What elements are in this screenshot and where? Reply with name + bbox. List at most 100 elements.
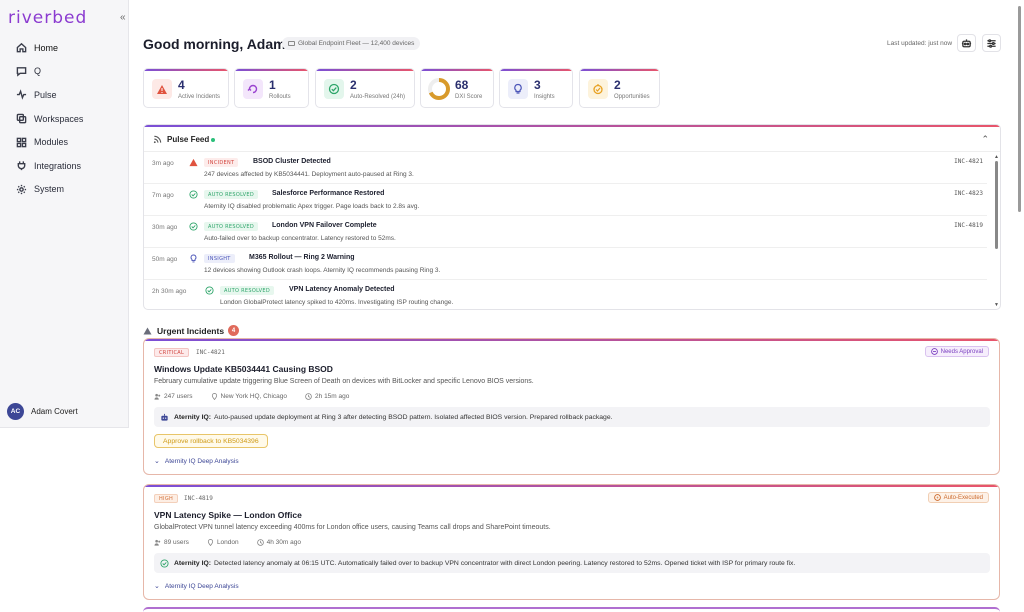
stat-card-auto-resolved[interactable]: 2 Auto-Resolved (24h): [315, 68, 415, 108]
card-accent-bar: [500, 69, 572, 71]
card-accent-bar: [144, 339, 999, 341]
feed-time: 50m ago: [152, 256, 178, 263]
card-accent-bar: [421, 69, 493, 71]
check-circle-icon: [160, 558, 169, 568]
page-scrollbar[interactable]: [1013, 0, 1024, 612]
feed-title: BSOD Cluster Detected: [253, 158, 331, 165]
opportunity-icon: [588, 79, 608, 99]
chevron-down-icon: ⌄: [154, 458, 160, 465]
sidebar-item-workspaces[interactable]: Workspaces: [0, 107, 128, 131]
incident-age: 4h 30m ago: [256, 539, 310, 546]
deep-analysis-label: Aternity IQ Deep Analysis: [164, 457, 239, 465]
scroll-thumb[interactable]: [995, 161, 998, 249]
feed-item[interactable]: 3m ago INCIDENT BSOD Cluster Detected 24…: [144, 152, 987, 184]
feed-item[interactable]: 30m ago AUTO RESOLVED London VPN Failove…: [144, 216, 987, 248]
stat-value: 1: [269, 78, 276, 92]
user-profile[interactable]: AC Adam Covert: [7, 403, 78, 420]
location-text: New York HQ, Chicago: [220, 393, 288, 400]
age-text: 4h 30m ago: [266, 539, 301, 546]
lightbulb-icon: [508, 79, 528, 99]
sidebar-item-q[interactable]: Q: [0, 60, 128, 84]
stat-card-dxi-score[interactable]: 68 DXI Score: [420, 68, 494, 108]
feed-id[interactable]: INC-4821: [954, 158, 983, 165]
sidebar-item-label: Modules: [34, 137, 69, 148]
plug-icon: [15, 160, 27, 172]
deep-analysis-label: Aternity IQ Deep Analysis: [164, 582, 239, 590]
stat-label: DXI Score: [455, 94, 483, 100]
sidebar-item-system[interactable]: System: [0, 178, 128, 202]
incident-desc: GlobalProtect VPN tunnel latency exceedi…: [154, 524, 551, 531]
last-updated: Last updated: just now: [887, 40, 953, 47]
feed-scrollbar[interactable]: ▲ ▼: [994, 154, 999, 309]
modules-icon: [15, 136, 27, 148]
severity-badge: CRITICAL: [154, 348, 190, 357]
chevron-up-icon[interactable]: ⌃: [981, 134, 989, 145]
sidebar-item-modules[interactable]: Modules: [0, 130, 128, 154]
page-title: Good morning, Adam: [143, 36, 286, 52]
stat-label: Rollouts: [269, 94, 291, 100]
location-text: London: [216, 539, 239, 546]
bolt-circle-icon: [933, 494, 941, 501]
stat-card-insights[interactable]: 3 Insights: [499, 68, 573, 108]
deep-analysis-toggle[interactable]: ⌄ Aternity IQ Deep Analysis: [154, 457, 239, 466]
incident-id: INC-4819: [184, 495, 213, 502]
sidebar-item-home[interactable]: Home: [0, 36, 128, 60]
card-accent-bar: [580, 69, 659, 71]
scroll-down-icon[interactable]: ▼: [994, 302, 999, 308]
stat-card-rollouts[interactable]: 1 Rollouts: [234, 68, 309, 108]
incident-title: Windows Update KB5034441 Causing BSOD: [154, 364, 333, 374]
feed-title: Salesforce Performance Restored: [272, 190, 385, 197]
sidebar-item-integrations[interactable]: Integrations: [0, 154, 128, 178]
incident-location: London: [207, 539, 248, 546]
sidebar-item-pulse[interactable]: Pulse: [0, 83, 128, 107]
feed-id[interactable]: INC-4823: [954, 190, 983, 197]
filters-button[interactable]: [982, 34, 1001, 52]
incident-card[interactable]: CRITICAL INC-4821 Needs Approval Windows…: [143, 338, 1000, 475]
feed-tag: AUTO RESOLVED: [220, 286, 274, 295]
approve-rollback-button[interactable]: Approve rollback to KB5034396: [154, 434, 268, 448]
pulse-feed-panel: Pulse Feed ⌃ 3m ago INCIDENT BSOD Cluste…: [143, 124, 1001, 310]
feed-time: 7m ago: [152, 192, 174, 199]
feed-tag: AUTO RESOLVED: [204, 222, 258, 231]
feed-time: 2h 30m ago: [152, 288, 187, 295]
status-label: Needs Approval: [940, 348, 983, 355]
gear-icon: [15, 183, 27, 195]
main-content: Good morning, Adam Global Endpoint Fleet…: [129, 0, 1013, 612]
feed-desc: 12 devices showing Outlook crash loops. …: [204, 267, 441, 274]
feed-item[interactable]: 7m ago AUTO RESOLVED Salesforce Performa…: [144, 184, 987, 216]
pulse-feed-title: Pulse Feed: [167, 135, 210, 144]
page-scroll-thumb[interactable]: [1018, 6, 1021, 212]
deep-analysis-toggle[interactable]: ⌄ Aternity IQ Deep Analysis: [154, 582, 239, 591]
status-badge: Auto-Executed: [927, 492, 989, 503]
riverbed-logo[interactable]: riverbed: [8, 8, 87, 28]
stat-label: Insights: [534, 94, 555, 100]
scroll-up-icon[interactable]: ▲: [994, 154, 999, 160]
feed-item[interactable]: 50m ago INSIGHT M365 Rollout — Ring 2 Wa…: [144, 248, 987, 280]
check-circle-icon: [189, 222, 198, 231]
stat-card-opportunities[interactable]: 2 Opportunities: [579, 68, 660, 108]
incident-card[interactable]: HIGH INC-4819 Auto-Executed VPN Latency …: [143, 484, 1000, 600]
lightbulb-icon: [190, 254, 197, 263]
incident-location: New York HQ, Chicago: [211, 393, 296, 400]
sidebar: riverbed « Home Q Pulse Workspaces Modul…: [0, 0, 129, 428]
stat-label: Auto-Resolved (24h): [350, 94, 406, 100]
feed-desc: London GlobalProtect latency spiked to 4…: [220, 299, 454, 306]
check-circle-icon: [205, 286, 214, 295]
feed-item[interactable]: 2h 30m ago AUTO RESOLVED VPN Latency Ano…: [144, 280, 987, 309]
pulse-feed-header[interactable]: Pulse Feed ⌃: [144, 127, 1000, 152]
sidebar-item-label: System: [34, 184, 65, 195]
assistant-button[interactable]: [957, 34, 976, 52]
aternity-iq-summary: Aternity IQ: Detected latency anomaly at…: [154, 553, 990, 573]
incident-desc: February cumulative update triggering Bl…: [154, 378, 534, 385]
devices-icon: [288, 41, 295, 46]
rollout-icon: [243, 79, 263, 99]
users-icon: [154, 539, 161, 546]
incident-id: INC-4821: [196, 349, 225, 356]
collapse-sidebar-button[interactable]: «: [120, 12, 126, 23]
feed-desc: 247 devices affected by KB5034441. Deplo…: [204, 171, 414, 178]
live-indicator: [211, 138, 215, 142]
age-text: 2h 15m ago: [315, 393, 350, 400]
feed-tag: INSIGHT: [204, 254, 235, 263]
feed-id[interactable]: INC-4819: [954, 222, 983, 229]
stat-card-active-incidents[interactable]: 4 Active Incidents: [143, 68, 229, 108]
